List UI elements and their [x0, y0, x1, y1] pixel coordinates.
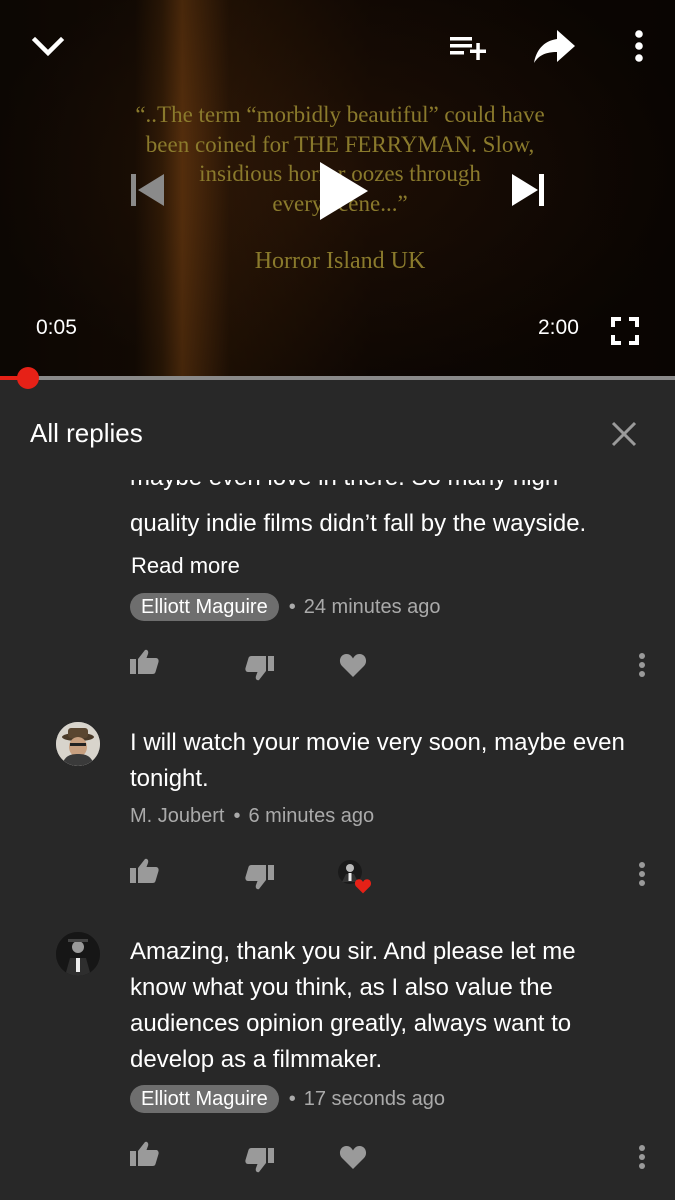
creator-heart-badge	[336, 858, 374, 896]
comment-meta: Elliott Maguire • 24 minutes ago	[130, 593, 441, 621]
share-icon	[534, 30, 575, 63]
quote-line: been coined for THE FERRYMAN. Slow,	[145, 131, 535, 157]
chevron-down-icon	[31, 36, 65, 57]
avatar[interactable]	[56, 932, 100, 976]
panel-title: All replies	[30, 418, 143, 448]
close-icon	[611, 421, 637, 447]
fullscreen-button[interactable]	[608, 314, 642, 348]
thumbs-down-icon[interactable]	[244, 1146, 276, 1174]
thumbs-down-icon[interactable]	[244, 863, 276, 891]
more-vert-icon[interactable]	[636, 861, 648, 887]
comment-text-line: Amazing, thank you sir. And please let m…	[130, 938, 576, 965]
author-name[interactable]: M. Joubert	[130, 805, 224, 828]
video-player[interactable]: “..The term “morbidly beautiful” could h…	[0, 0, 675, 378]
thumbs-up-icon[interactable]	[128, 857, 160, 885]
avatar[interactable]	[56, 722, 100, 766]
comment-timestamp: 6 minutes ago	[248, 804, 375, 827]
seek-bar[interactable]	[0, 367, 675, 389]
more-vert-icon[interactable]	[636, 652, 648, 678]
more-vert-icon[interactable]	[636, 1144, 648, 1170]
thumbs-up-icon[interactable]	[128, 1140, 160, 1168]
skip-previous-icon	[131, 174, 164, 206]
meta-separator: •	[288, 1087, 296, 1110]
meta-separator: •	[233, 804, 241, 827]
previous-button[interactable]	[124, 168, 168, 212]
author-chip[interactable]: Elliott Maguire	[130, 593, 279, 621]
heart-icon[interactable]	[339, 652, 367, 678]
meta-separator: •	[288, 595, 296, 618]
more-vert-icon	[635, 30, 643, 62]
comment-timestamp: 24 minutes ago	[303, 595, 441, 618]
add-to-playlist-button[interactable]	[444, 30, 488, 64]
skip-next-icon	[512, 174, 544, 206]
comment-text-line: maybe even love in there. So many high-	[130, 480, 566, 492]
share-button[interactable]	[530, 26, 578, 66]
more-options-button[interactable]	[624, 28, 654, 64]
comment-text-line: I will watch your movie very soon, maybe…	[130, 729, 625, 756]
user-avatar-icon	[56, 722, 100, 766]
comment-text-line: tonight.	[130, 765, 209, 792]
seek-scrubber[interactable]	[17, 367, 39, 389]
thumbs-up-icon[interactable]	[128, 648, 160, 676]
comment-text-line: quality indie films didn’t fall by the w…	[130, 510, 587, 537]
heart-icon	[354, 879, 372, 894]
heart-icon[interactable]	[339, 1144, 367, 1170]
replies-panel-header: All replies	[0, 380, 675, 480]
read-more-link[interactable]: Read more	[131, 553, 240, 579]
minimize-button[interactable]	[28, 28, 68, 64]
play-button[interactable]	[312, 158, 372, 224]
elapsed-time: 0:05	[36, 316, 77, 339]
total-duration: 2:00	[538, 316, 579, 339]
comment-text-line: know what you think, as I also value the	[130, 974, 553, 1001]
comment-meta: M. Joubert • 6 minutes ago	[130, 802, 374, 830]
comment-meta: Elliott Maguire • 17 seconds ago	[130, 1085, 445, 1113]
user-avatar-icon	[56, 932, 100, 976]
comment-text-line: develop as a filmmaker.	[130, 1046, 383, 1073]
comment-timestamp: 17 seconds ago	[303, 1087, 445, 1110]
add-to-playlist-icon	[450, 37, 486, 60]
close-replies-button[interactable]	[608, 418, 640, 450]
quote-source: Horror Island UK	[254, 248, 426, 274]
comment-text-line: audiences opinion greatly, always want t…	[130, 1010, 572, 1037]
fullscreen-icon	[611, 317, 639, 345]
author-chip[interactable]: Elliott Maguire	[130, 1085, 279, 1113]
next-button[interactable]	[506, 168, 550, 212]
play-icon	[320, 162, 368, 220]
quote-line: “..The term “morbidly beautiful” could h…	[135, 102, 545, 127]
thumbs-down-icon[interactable]	[244, 654, 276, 682]
